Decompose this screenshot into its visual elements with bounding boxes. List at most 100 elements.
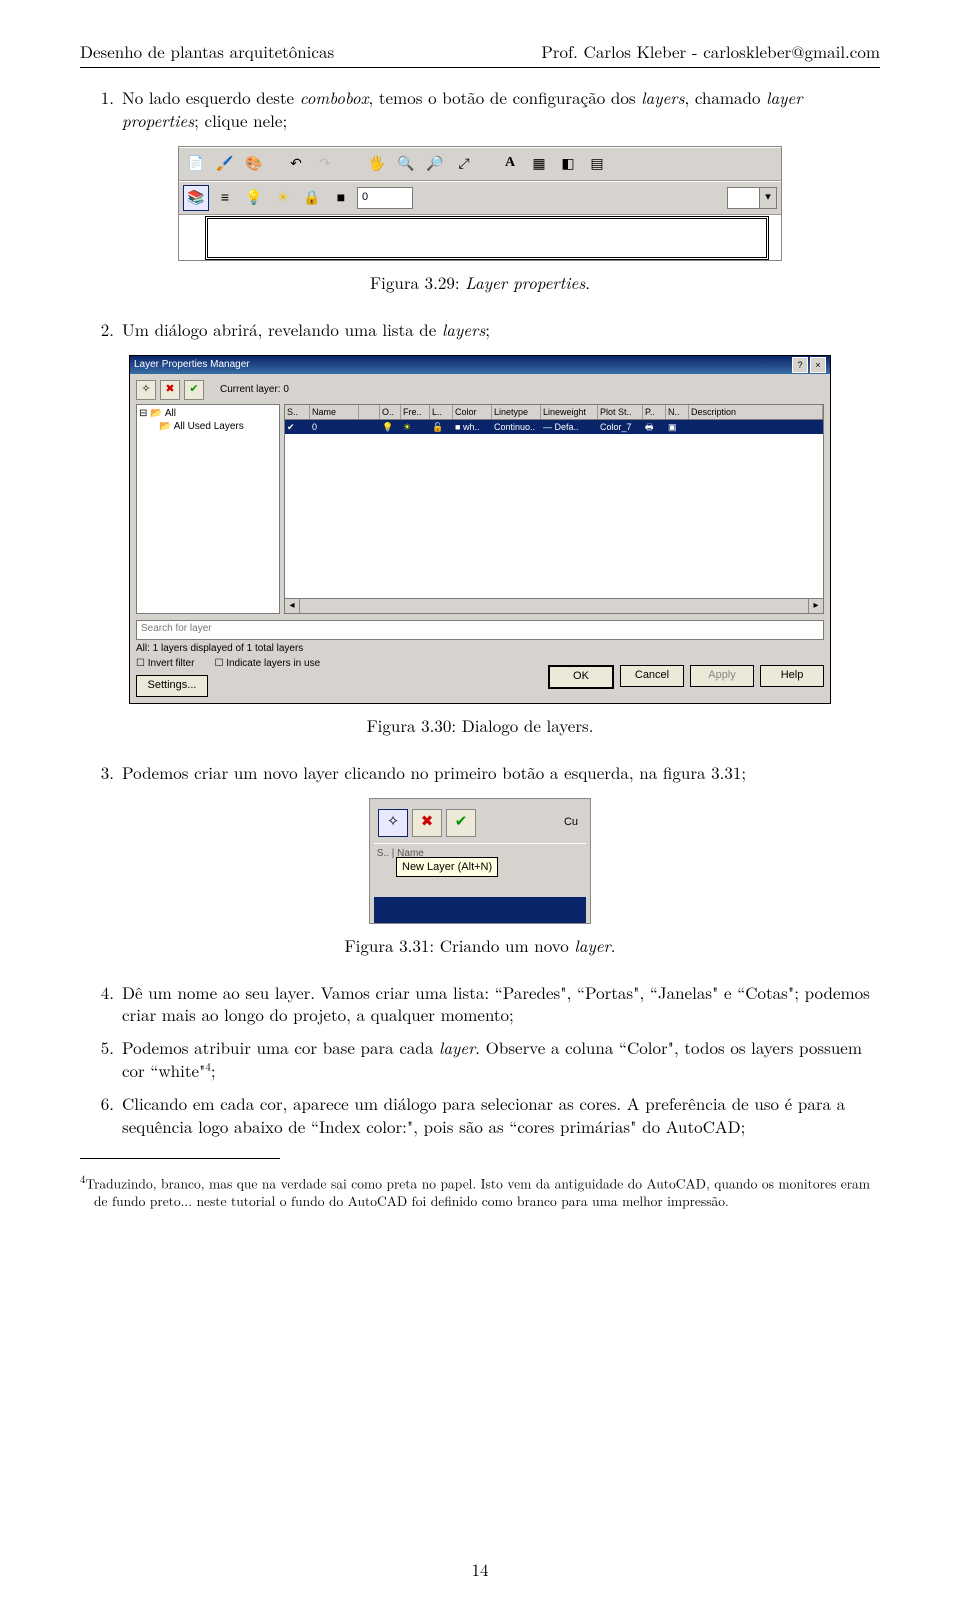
- dialog-titlebar: Layer Properties Manager ? ×: [130, 356, 830, 374]
- close-icon[interactable]: ×: [810, 357, 826, 373]
- running-header: Desenho de plantas arquitetônicas Prof. …: [80, 40, 880, 63]
- col-plotstyle[interactable]: Plot St..: [598, 405, 643, 419]
- col-plot[interactable]: P..: [643, 405, 666, 419]
- table-icon[interactable]: ▦: [526, 151, 552, 177]
- header-rule: [80, 67, 880, 68]
- chevron-down-icon: ▾: [759, 188, 776, 208]
- settings-button[interactable]: Settings...: [136, 675, 208, 697]
- grid-empty: [285, 434, 823, 598]
- col-status[interactable]: S..: [285, 405, 310, 419]
- list-body: Podemos criar um novo layer clicando no …: [122, 761, 880, 784]
- list-number: 2.: [80, 318, 122, 341]
- list-body: Podemos atribuir uma cor base para cada …: [122, 1036, 880, 1082]
- list-item: 4. Dê um nome ao seu layer. Vamos criar …: [80, 981, 880, 1027]
- header-right: Prof. Carlos Kleber - carloskleber@gmail…: [541, 40, 880, 63]
- delete-layer-icon[interactable]: ✖: [160, 380, 180, 400]
- toolbar-screenshot: 📄 🖌️ 🎨 ↶ ↷ 🖐️ 🔍 🔎 ⤢ A ▦ ◧ ▤ 📚 ≡: [178, 146, 782, 261]
- swatches-icon[interactable]: ▤: [584, 151, 610, 177]
- list-number: 1.: [80, 86, 122, 132]
- current-layer-label: Current layer: 0: [220, 383, 289, 397]
- zoom-extents-icon[interactable]: ⤢: [451, 151, 477, 177]
- swatch-icon[interactable]: 🎨: [241, 151, 267, 177]
- delete-layer-icon[interactable]: ✖: [412, 809, 442, 837]
- figure-3-29: 📄 🖌️ 🎨 ↶ ↷ 🖐️ 🔍 🔎 ⤢ A ▦ ◧ ▤ 📚 ≡: [80, 146, 880, 261]
- invert-filter-checkbox[interactable]: ☐ Invert filter: [136, 657, 194, 671]
- list-item: 1. No lado esquerdo deste combobox, temo…: [80, 86, 880, 132]
- list-item: 6. Clicando em cada cor, aparece um diál…: [80, 1092, 880, 1138]
- drawing-area: [179, 215, 781, 260]
- col-linetype[interactable]: Linetype: [492, 405, 541, 419]
- col-freeze[interactable]: Fre..: [401, 405, 430, 419]
- figure-3-30: Layer Properties Manager ? × ✧ ✖ ✔ Curre…: [80, 355, 880, 704]
- footnote-rule: [80, 1158, 280, 1159]
- tooltip-new-layer: New Layer (Alt+N): [396, 857, 498, 878]
- indicate-layers-checkbox[interactable]: ☐ Indicate layers in use: [214, 657, 320, 671]
- list-number: 3.: [80, 761, 122, 784]
- apply-button[interactable]: Apply: [690, 665, 754, 687]
- new-layer-button[interactable]: ✧: [378, 809, 408, 837]
- col-new[interactable]: N..: [666, 405, 689, 419]
- layer-grid: S.. Name O.. Fre.. L.. Color Linetype Li…: [284, 404, 824, 614]
- page: Desenho de plantas arquitetônicas Prof. …: [0, 0, 960, 1613]
- help-icon[interactable]: ?: [792, 357, 808, 373]
- col-name[interactable]: Name: [310, 405, 359, 419]
- toolbar-row-1: 📄 🖌️ 🎨 ↶ ↷ 🖐️ 🔍 🔎 ⤢ A ▦ ◧ ▤: [179, 147, 781, 181]
- color-swatch-icon[interactable]: ■: [328, 185, 354, 211]
- hand-icon[interactable]: 🖐️: [364, 151, 390, 177]
- horizontal-scrollbar[interactable]: ◂ ▸: [285, 598, 823, 613]
- figure-caption: Figura 3.31: Criando um novo layer.: [80, 934, 880, 957]
- figure-3-31: ✧ ✖ ✔ Cu S.. | Name New Layer (Alt+N): [80, 798, 880, 924]
- redo-icon[interactable]: ↷: [312, 151, 338, 177]
- current-layer-fragment: Cu: [564, 815, 582, 830]
- set-current-icon[interactable]: ✔: [184, 380, 204, 400]
- status-text: All: 1 layers displayed of 1 total layer…: [136, 642, 824, 656]
- layer-combo[interactable]: 0: [357, 187, 413, 209]
- list-body: No lado esquerdo deste combobox, temos o…: [122, 86, 880, 132]
- brush-icon[interactable]: 🖌️: [212, 151, 238, 177]
- new-file-icon[interactable]: 📄: [183, 151, 209, 177]
- letter-icon[interactable]: A: [497, 151, 523, 177]
- bulb-on-icon[interactable]: 💡: [241, 185, 267, 211]
- col-lineweight[interactable]: Lineweight: [541, 405, 598, 419]
- filter-tree[interactable]: ⊟ 📂 All 📂 All Used Layers: [136, 404, 280, 614]
- frame-border: [205, 216, 769, 260]
- dialog-title: Layer Properties Manager: [134, 358, 250, 372]
- search-input[interactable]: Search for layer: [136, 620, 824, 640]
- list-body: Clicando em cada cor, aparece um diálogo…: [122, 1092, 880, 1138]
- undo-icon[interactable]: ↶: [283, 151, 309, 177]
- dialog-split: ⊟ 📂 All 📂 All Used Layers S.. Name O.. F…: [136, 404, 824, 614]
- palette-icon[interactable]: ◧: [555, 151, 581, 177]
- dialog-buttons: OK Cancel Apply Help: [548, 665, 824, 689]
- layer-combo-dd[interactable]: ▾: [727, 187, 777, 209]
- figure-caption: Figura 3.30: Dialogo de layers.: [80, 714, 880, 737]
- grid-header: S.. Name O.. Fre.. L.. Color Linetype Li…: [285, 405, 823, 420]
- new-layer-screenshot: ✧ ✖ ✔ Cu S.. | Name New Layer (Alt+N): [369, 798, 591, 924]
- cancel-button[interactable]: Cancel: [620, 665, 684, 687]
- list-item: 5. Podemos atribuir uma cor base para ca…: [80, 1036, 880, 1082]
- page-number: 14: [0, 1558, 960, 1581]
- col-on[interactable]: O..: [380, 405, 401, 419]
- layer-row-0[interactable]: ✔ 0 💡 ☀ 🔓 ■ wh.. Continuo.. — Defa.. Col…: [285, 420, 823, 434]
- figure-caption: Figura 3.29: Layer properties.: [80, 271, 880, 294]
- list-number: 5.: [80, 1036, 122, 1082]
- set-current-icon[interactable]: ✔: [446, 809, 476, 837]
- col-sort[interactable]: [359, 405, 380, 419]
- col-color[interactable]: Color: [453, 405, 492, 419]
- layer-states-icon[interactable]: ≡: [212, 185, 238, 211]
- selected-row-fragment: [374, 897, 586, 923]
- sun-icon[interactable]: ☀: [270, 185, 296, 211]
- help-button[interactable]: Help: [760, 665, 824, 687]
- col-desc[interactable]: Description: [689, 405, 823, 419]
- zoom-in-icon[interactable]: 🔍: [393, 151, 419, 177]
- list-number: 6.: [80, 1092, 122, 1138]
- footnote: 4Traduzindo, branco, mas que na verdade …: [80, 1173, 880, 1210]
- list-body: Um diálogo abrirá, revelando uma lista d…: [122, 318, 880, 341]
- ok-button[interactable]: OK: [548, 665, 614, 689]
- lock-icon[interactable]: 🔒: [299, 185, 325, 211]
- header-left: Desenho de plantas arquitetônicas: [80, 40, 334, 63]
- layer-properties-button[interactable]: 📚: [183, 185, 209, 211]
- zoom-out-icon[interactable]: 🔎: [422, 151, 448, 177]
- col-lock[interactable]: L..: [430, 405, 453, 419]
- toolbar-row-2: 📚 ≡ 💡 ☀ 🔒 ■ 0 ▾ Layer Properties Manager: [179, 181, 781, 215]
- new-layer-icon[interactable]: ✧: [136, 380, 156, 400]
